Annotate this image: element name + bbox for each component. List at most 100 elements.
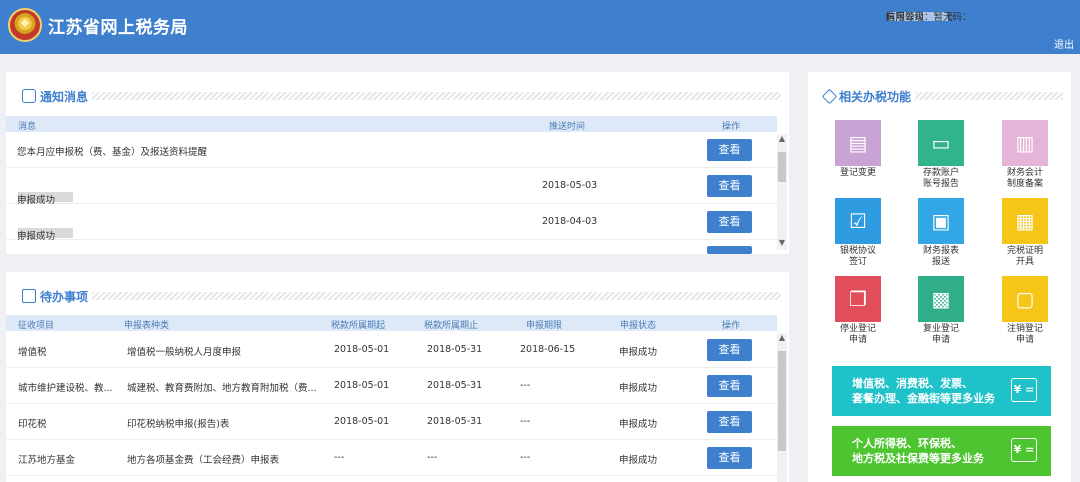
cell-item: 城市维护建设税、教...	[18, 383, 113, 394]
col-push-time: 推送时间	[549, 122, 586, 132]
view-button[interactable]: 查看	[707, 139, 752, 161]
cell-form: 增值税一般纳税人月度申报	[127, 347, 242, 358]
todo-header: 待办事项	[6, 284, 789, 308]
certificate-icon: ▦	[1002, 198, 1048, 244]
cell-deadline: ---	[520, 452, 531, 463]
table-row: 苏州申报成功 2018-04-03 查看	[6, 204, 777, 242]
function-tile[interactable]: ❐ 停业登记 申请	[827, 276, 889, 346]
cube-icon	[821, 88, 838, 104]
cell-status: 申报成功	[619, 455, 658, 466]
message-icon	[22, 89, 36, 103]
document-stack-icon: ❐	[835, 276, 881, 322]
col-collection-item: 征收项目	[18, 321, 55, 331]
view-button[interactable]: 查看	[707, 339, 752, 361]
checklist-icon: ☑	[835, 198, 881, 244]
logout-link[interactable]: 退出	[1054, 36, 1074, 51]
col-period-end: 税款所属期止	[424, 321, 479, 331]
site-title: 江苏省网上税务局	[48, 17, 188, 38]
notice-message: 您本月应申报税（费、基金）及报送资料提醒	[17, 147, 208, 158]
task-list-icon	[22, 289, 36, 303]
table-row: 苏州申报成功 2018-05-03 查看	[6, 168, 777, 206]
credit-level: 信用等级：暂无	[886, 12, 953, 23]
todo-scrollbar[interactable]: ▲	[777, 333, 787, 482]
related-title: 相关办税功能	[839, 89, 912, 104]
briefcase-icon: ▣	[918, 198, 964, 244]
todo-title: 待办事项	[40, 289, 89, 304]
top-bar: 江苏省网上税务局 统一社会信用代码： 纳税人名称：苏州有限公司 信用等级：暂无 …	[0, 0, 1080, 54]
function-tile[interactable]: ▦ 完税证明 开具	[994, 198, 1056, 268]
todo-panel: 待办事项 征收项目 申报表种类 税款所属期起 税款所属期止 申报期限 申报状态 …	[6, 272, 789, 482]
col-deadline: 申报期限	[526, 321, 563, 331]
scroll-up-icon[interactable]: ▲	[777, 333, 787, 343]
col-action: 操作	[722, 321, 741, 331]
function-tile[interactable]: ▣ 财务报表 报送	[910, 198, 972, 268]
tile-label: 银税协议 签订	[839, 246, 876, 267]
function-tile[interactable]: ☑ 银税协议 签订	[827, 198, 889, 268]
notebook-icon: ▥	[1002, 120, 1048, 166]
tax-bill-icon: ¥ =	[1011, 438, 1037, 462]
header-hatch	[915, 92, 1063, 100]
function-tile[interactable]: ▥ 财务会计 制度备案	[994, 120, 1056, 190]
cell-status: 申报成功	[619, 419, 658, 430]
cell-deadline: 2018-06-15	[520, 344, 576, 355]
notice-time: 2018-05-03	[542, 180, 598, 191]
logo[interactable]: 江苏省网上税务局	[8, 8, 188, 42]
cell-status: 申报成功	[619, 383, 658, 394]
table-row: 增值税 增值税一般纳税人月度申报 2018-05-01 2018-05-31 2018-…	[6, 332, 777, 368]
tile-label: 注销登记 申请	[1006, 324, 1043, 345]
cell-item: 增值税	[18, 347, 47, 358]
function-tile[interactable]: ▭ 存款账户 账号报告	[910, 120, 972, 190]
view-button[interactable]: 查看	[707, 211, 752, 233]
scroll-thumb[interactable]	[778, 351, 786, 451]
cell-start: 2018-05-01	[334, 416, 390, 427]
notices-panel: 通知消息 消息 推送时间 操作 您本月应申报税（费、基金）及报送资料提醒 查看 …	[6, 72, 789, 254]
service-banner[interactable]: 增值税、消费税、发票、 套餐办理、金融街等更多业务 ¥ =	[832, 366, 1051, 416]
notices-title: 通知消息	[40, 89, 89, 104]
service-banner[interactable]: 个人所得税、环保税、 地方税及社保费等更多业务 ¥ =	[832, 426, 1051, 476]
function-tile[interactable]: ▢ 注销登记 申请	[994, 276, 1056, 346]
notice-time: 2018-04-03	[542, 216, 598, 227]
col-period-start: 税款所属期起	[331, 321, 386, 331]
cell-end: 2018-05-31	[427, 380, 483, 391]
view-button[interactable]: 查看	[707, 411, 752, 433]
cell-deadline: ---	[520, 380, 531, 391]
view-button[interactable]: 查看	[707, 447, 752, 469]
table-row: 城市维护建设税、教... 城建税、教育费附加、地方教育附加税（费... 2018-0…	[6, 368, 777, 404]
cell-form: 城建税、教育费附加、地方教育附加税（费...	[127, 383, 317, 394]
notices-scrollbar[interactable]: ▲ ▼	[777, 134, 787, 250]
tile-label: 财务报表 报送	[922, 246, 959, 267]
scroll-thumb[interactable]	[778, 152, 786, 182]
scroll-up-icon[interactable]: ▲	[777, 134, 787, 144]
cell-item: 江苏地方基金	[18, 455, 76, 466]
cell-start: 2018-05-01	[334, 380, 390, 391]
cell-deadline: ---	[520, 416, 531, 427]
tile-label: 登记变更	[839, 168, 876, 178]
table-row: 印花税 印花税纳税申报(报告)表 2018-05-01 2018-05-31 --- 申报…	[6, 404, 777, 440]
related-header: 相关办税功能	[808, 84, 1071, 108]
cell-end: 2018-05-31	[427, 344, 483, 355]
table-row: 江苏地方基金 地方各项基金费（工会经费）申报表 --- --- --- 申报成功 查看	[6, 440, 777, 476]
header-hatch	[92, 292, 781, 300]
cell-form: 地方各项基金费（工会经费）申报表	[127, 455, 280, 466]
cell-start: ---	[334, 452, 345, 463]
tax-bill-icon: ¥ =	[1011, 378, 1037, 402]
function-tile[interactable]: ▩ 复业登记 申请	[910, 276, 972, 346]
col-action: 操作	[722, 122, 741, 132]
cell-status: 申报成功	[619, 347, 658, 358]
function-tile[interactable]: ▤ 登记变更	[827, 120, 889, 179]
col-status: 申报状态	[620, 321, 657, 331]
tile-label: 复业登记 申请	[922, 324, 959, 345]
notices-table-header: 消息 推送时间 操作	[6, 116, 777, 132]
view-button[interactable]: 查看	[707, 375, 752, 397]
cell-form: 印花税纳税申报(报告)表	[127, 419, 230, 430]
view-button-partial[interactable]	[707, 246, 752, 254]
tile-label: 完税证明 开具	[1006, 246, 1043, 267]
tile-label: 财务会计 制度备案	[1006, 168, 1043, 189]
tile-label: 存款账户 账号报告	[922, 168, 959, 189]
scroll-down-icon[interactable]: ▼	[777, 238, 787, 248]
cell-start: 2018-05-01	[334, 344, 390, 355]
cell-item: 印花税	[18, 419, 47, 430]
printer-icon: ▩	[918, 276, 964, 322]
view-button[interactable]: 查看	[707, 175, 752, 197]
bank-card-icon: ▭	[918, 120, 964, 166]
